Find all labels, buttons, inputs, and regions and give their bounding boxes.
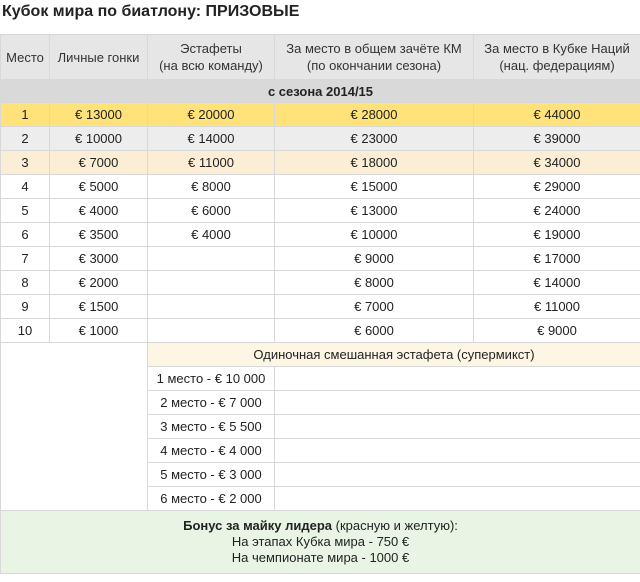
bonus-world-championship: На чемпионате мира - 1000 € (231, 550, 410, 565)
place-cell: 10 (0, 318, 50, 343)
mixed-relay-item: 3 место - € 5 500 (147, 414, 275, 439)
place-cell: 2 (0, 126, 50, 151)
empty-cell (274, 438, 640, 463)
empty-cell (274, 366, 640, 391)
header-relay: Эстафеты (на всю команду) (147, 34, 275, 80)
relay-cell: € 6000 (147, 198, 275, 223)
season-label: с сезона 2014/15 (0, 79, 640, 103)
individual-cell: € 13000 (49, 102, 148, 127)
overall-cell: € 8000 (274, 270, 474, 295)
empty-cell (274, 390, 640, 415)
overall-cell: € 7000 (274, 294, 474, 319)
overall-cell: € 9000 (274, 246, 474, 271)
nations-cell: € 39000 (473, 126, 640, 151)
table-row: 6 € 3500 € 4000 € 10000 € 19000 (0, 222, 640, 247)
relay-cell: € 11000 (147, 150, 275, 175)
nations-cell: € 14000 (473, 270, 640, 295)
place-cell: 4 (0, 174, 50, 199)
relay-cell (147, 270, 275, 295)
individual-cell: € 1000 (49, 318, 148, 343)
relay-cell (147, 294, 275, 319)
overall-cell: € 28000 (274, 102, 474, 127)
season-row: с сезона 2014/15 (0, 79, 640, 103)
table-row: 8 € 2000 € 8000 € 14000 (0, 270, 640, 295)
overall-cell: € 15000 (274, 174, 474, 199)
individual-cell: € 3000 (49, 246, 148, 271)
mixed-relay-item: 6 место - € 2 000 (147, 486, 275, 511)
nations-cell: € 19000 (473, 222, 640, 247)
bonus-heading-rest: (красную и желтую): (332, 518, 458, 533)
table-row: 3 € 7000 € 11000 € 18000 € 34000 (0, 150, 640, 175)
header-nations: За место в Кубке Наций (нац. федерациям) (473, 34, 640, 80)
header-overall: За место в общем зачёте КМ (по окончании … (274, 34, 474, 80)
overall-cell: € 13000 (274, 198, 474, 223)
place-cell: 9 (0, 294, 50, 319)
nations-cell: € 11000 (473, 294, 640, 319)
nations-cell: € 29000 (473, 174, 640, 199)
place-cell: 7 (0, 246, 50, 271)
mixed-relay-item: 4 место - € 4 000 (147, 438, 275, 463)
table-row: 5 € 4000 € 6000 € 13000 € 24000 (0, 198, 640, 223)
individual-cell: € 4000 (49, 198, 148, 223)
nations-cell: € 34000 (473, 150, 640, 175)
overall-cell: € 10000 (274, 222, 474, 247)
place-cell: 5 (0, 198, 50, 223)
individual-cell: € 1500 (49, 294, 148, 319)
nations-cell: € 17000 (473, 246, 640, 271)
individual-cell: € 2000 (49, 270, 148, 295)
mixed-relay-item: 5 место - € 3 000 (147, 462, 275, 487)
header-individual: Личные гонки (49, 34, 148, 80)
page-title: Кубок мира по биатлону: ПРИЗОВЫЕ (2, 3, 300, 20)
table-row: 1 € 13000 € 20000 € 28000 € 44000 (0, 102, 640, 127)
individual-cell: € 3500 (49, 222, 148, 247)
overall-cell: € 18000 (274, 150, 474, 175)
empty-cell (274, 462, 640, 487)
nations-cell: € 24000 (473, 198, 640, 223)
overall-cell: € 23000 (274, 126, 474, 151)
mixed-relay-item: 2 место - € 7 000 (147, 390, 275, 415)
mixed-relay-title: Одиночная смешанная эстафета (супермикст… (147, 342, 640, 367)
empty-cell (0, 342, 148, 511)
bonus-note: Бонус за майку лидера (красную и желтую)… (0, 510, 640, 574)
table-row: 7 € 3000 € 9000 € 17000 (0, 246, 640, 271)
mixed-relay-title-row: Одиночная смешанная эстафета (супермикст… (0, 342, 640, 511)
relay-cell: € 8000 (147, 174, 275, 199)
table-row: 10 € 1000 € 6000 € 9000 (0, 318, 640, 343)
relay-cell (147, 318, 275, 343)
bonus-row: Бонус за майку лидера (красную и желтую)… (0, 510, 640, 574)
relay-cell (147, 246, 275, 271)
header-place: Место (0, 34, 50, 80)
nations-cell: € 9000 (473, 318, 640, 343)
relay-cell: € 20000 (147, 102, 275, 127)
mixed-relay-item: 1 место - € 10 000 (147, 366, 275, 391)
individual-cell: € 5000 (49, 174, 148, 199)
empty-cell (274, 486, 640, 511)
table-row: 4 € 5000 € 8000 € 15000 € 29000 (0, 174, 640, 199)
nations-cell: € 44000 (473, 102, 640, 127)
prize-table: Место Личные гонки Эстафеты (на всю коман… (0, 34, 640, 574)
place-cell: 6 (0, 222, 50, 247)
bonus-heading: Бонус за майку лидера (183, 518, 333, 533)
relay-cell: € 4000 (147, 222, 275, 247)
empty-cell (274, 414, 640, 439)
table-row: 2 € 10000 € 14000 € 23000 € 39000 (0, 126, 640, 151)
bonus-world-cup: На этапах Кубка мира - 750 € (231, 534, 410, 549)
place-cell: 1 (0, 102, 50, 127)
place-cell: 3 (0, 150, 50, 175)
individual-cell: € 10000 (49, 126, 148, 151)
header-row: Место Личные гонки Эстафеты (на всю коман… (0, 34, 640, 80)
individual-cell: € 7000 (49, 150, 148, 175)
place-cell: 8 (0, 270, 50, 295)
table-row: 9 € 1500 € 7000 € 11000 (0, 294, 640, 319)
relay-cell: € 14000 (147, 126, 275, 151)
overall-cell: € 6000 (274, 318, 474, 343)
